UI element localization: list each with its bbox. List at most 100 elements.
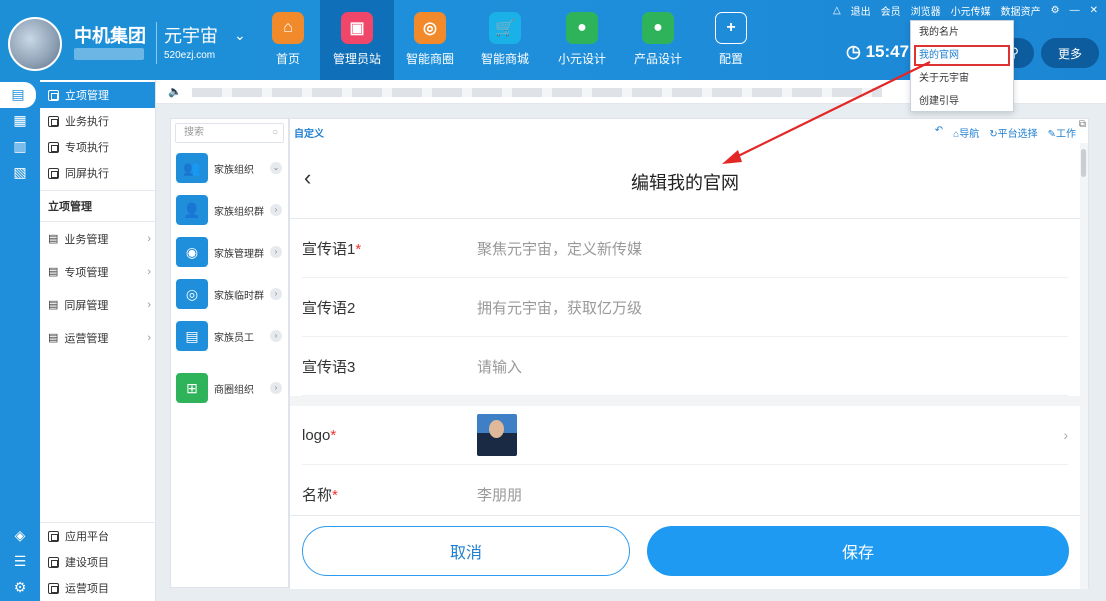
nav-config[interactable]: + 配置 [694,0,768,80]
sidebar-group-sync[interactable]: ▤ 同屏管理 › [40,288,155,321]
chevron-right-icon: › [270,288,282,300]
field-label-text: 宣传语1 [302,240,356,258]
field-label-text: logo [302,426,331,444]
editor-footer: 取消 保存 [290,515,1080,589]
sidebar-item-project-mgmt[interactable]: 立项管理 [40,82,155,108]
sidebar-item-business-exec[interactable]: 业务执行 [40,108,155,134]
grid-icon [48,530,59,542]
org-search-input[interactable]: 搜索 ○ [175,123,284,143]
image-icon[interactable]: ▧ [0,160,40,186]
org-item-family[interactable]: 👥 家族组织 ⌄ [171,147,288,189]
gear-icon[interactable]: ⚙ [1051,5,1060,16]
org-item-label: 家族组织群 [214,206,264,218]
sidebar-item-build-project[interactable]: 建设项目 [40,549,156,575]
field-label-text: 名称 [302,486,333,504]
slogan-3-input[interactable]: 请输入 [477,356,522,377]
field-slogan-3: 宣传语3 请输入 [302,337,1068,396]
link-xiaoyuan-media[interactable]: 小元传媒 [951,3,991,18]
nav-smart-circle[interactable]: ◎ 智能商圈 [393,0,467,80]
chevron-down-icon[interactable]: ⌄ [234,28,246,44]
menu-item-my-website[interactable]: 我的官网 [913,44,1011,67]
tool-platform-select[interactable]: ↻平台选择 [989,125,1037,140]
link-data-assets[interactable]: 数据资产 [1001,3,1041,18]
menu-item-about[interactable]: 关于元宇宙 [911,67,1013,90]
clock-icon: ◷ [846,42,861,61]
required-mark: * [330,426,337,444]
custom-tab[interactable]: 自定义 [294,125,324,140]
restore-window-icon[interactable]: ⧉ [1079,119,1086,130]
scrollbar-thumb[interactable] [1081,149,1086,177]
speaker-icon: 🔈 [168,85,182,98]
scrollbar[interactable] [1080,143,1088,589]
document-icon[interactable]: ▦ [0,108,40,134]
sidebar-item-ops-project[interactable]: 运营项目 [40,575,156,601]
org-item-label: 家族组织 [214,164,254,176]
org-item-label: 家族员工 [214,332,254,344]
org-item-family-mgmt-group[interactable]: ◉ 家族管理群 › [171,231,288,273]
org-item-business-circle[interactable]: ⊞ 商圈组织 › [171,367,288,409]
field-label: 宣传语2 [302,299,356,317]
field-logo[interactable]: logo* › [302,406,1068,465]
avatar[interactable] [8,17,62,71]
link-logout[interactable]: 退出 [851,3,871,18]
logo-image[interactable] [477,414,517,456]
nav-admin[interactable]: ▣ 管理员站 [320,0,394,80]
sidebar-item-app-platform[interactable]: 应用平台 [40,523,156,549]
search-placeholder: 搜索 [184,127,204,138]
menu-item-my-card[interactable]: 我的名片 [911,21,1013,44]
more-button[interactable]: 更多 [1041,38,1099,68]
back-arrow-icon[interactable]: ↶ [935,125,943,140]
home-icon: ⌂ [272,12,304,44]
org-item-family-group[interactable]: 👤 家族组织群 › [171,189,288,231]
admin-monitor-icon: ▣ [341,12,373,44]
grid-icon [48,167,59,179]
link-member[interactable]: 会员 [881,3,901,18]
minimize-icon[interactable]: — [1070,5,1080,16]
sidebar-section-title: 立项管理 [40,190,155,222]
nav-smart-mall[interactable]: 🛒 智能商城 [468,0,542,80]
required-mark: * [332,486,338,504]
chevron-down-icon: ⌄ [270,162,282,174]
slogan-2-input[interactable]: 拥有元宇宙，获取亿万级 [477,297,642,318]
settings-box-icon[interactable]: ⚙ [0,575,40,601]
chart-icon[interactable]: ▥ [0,134,40,160]
refresh-icon: ↻ [989,129,998,140]
name-input[interactable]: 李朋朋 [477,484,522,505]
menu-item-create-guide[interactable]: 创建引导 [911,90,1013,113]
tool-work[interactable]: ✎工作 [1048,125,1076,140]
cube-icon[interactable]: ◈ [0,523,40,549]
collapse-up-icon[interactable]: △ [833,5,841,16]
chevron-right-icon: › [147,265,151,278]
nav-product-design[interactable]: ● 产品设计 [621,0,695,80]
folder-icon: ▤ [48,233,59,245]
briefcase-icon[interactable]: ▤ [0,82,36,108]
sidebar-item-sync-exec[interactable]: 同屏执行 [40,160,155,186]
nav-xiaoyuan-design[interactable]: ● 小元设计 [545,0,619,80]
server-icon[interactable]: ☰ [0,549,40,575]
person-icon: 👤 [176,195,208,225]
slogan-1-input[interactable]: 聚焦元宇宙，定义新传媒 [477,238,642,259]
edit-icon: ✎ [1047,129,1056,140]
sidebar-item-special-exec[interactable]: 专项执行 [40,134,155,160]
org-panel: 搜索 ○ 👥 家族组织 ⌄ 👤 家族组织群 › ◉ 家族管理群 › ◎ 家族临时… [170,118,289,588]
link-browser[interactable]: 浏览器 [911,3,941,18]
sidebar-group-label: 同屏管理 [64,299,109,312]
sidebar-group-business[interactable]: ▤ 业务管理 › [40,222,155,255]
people-icon: 👥 [176,153,208,183]
tool-navigate[interactable]: ⌂导航 [953,125,979,140]
chevron-right-icon: › [147,331,151,344]
sidebar-group-operations[interactable]: ▤ 运营管理 › [40,321,155,354]
org-item-family-temp-group[interactable]: ◎ 家族临时群 › [171,273,288,315]
field-label: 宣传语3 [302,358,356,376]
cancel-button[interactable]: 取消 [302,526,630,576]
sidebar-group-special[interactable]: ▤ 专项管理 › [40,255,155,288]
nav-home[interactable]: ⌂ 首页 [251,0,325,80]
close-icon[interactable]: ✕ [1090,5,1098,16]
sidebar-item-label: 专项执行 [65,142,109,154]
chevron-right-icon: › [270,330,282,342]
save-button[interactable]: 保存 [647,526,1069,576]
left-icon-rail: ▤ ▦ ▥ ▧ ◈ ☰ ⚙ [0,80,40,601]
nav-label: 智能商圈 [405,52,454,66]
org-item-family-staff[interactable]: ▤ 家族员工 › [171,315,288,357]
grid-icon [48,582,59,594]
